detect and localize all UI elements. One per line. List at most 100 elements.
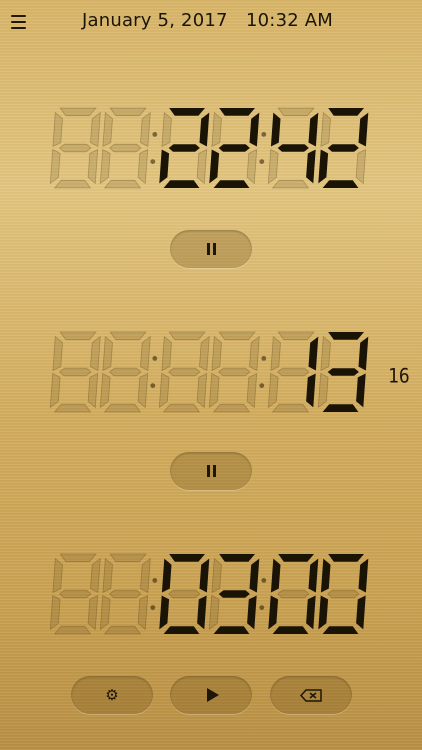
segment-g [59, 367, 92, 377]
segment-d [163, 626, 200, 634]
segment-e [49, 148, 61, 185]
segment-c [306, 373, 316, 408]
pause-button-stopwatch[interactable] [170, 452, 252, 490]
digit-5 [267, 107, 319, 189]
header-bar: January 5, 2017 10:32 AM [0, 0, 422, 44]
segment-e [317, 372, 329, 409]
segment-f [320, 558, 331, 593]
digit-1 [49, 107, 101, 189]
segment-a [109, 553, 147, 563]
segment-a [277, 331, 315, 341]
pause-button-clock[interactable] [170, 230, 252, 268]
segment-f [320, 111, 331, 148]
segment-e [99, 594, 111, 631]
segment-e [267, 372, 279, 409]
colon-dot [152, 132, 158, 137]
colon-dot [150, 383, 156, 388]
start-button[interactable] [170, 676, 252, 714]
segment-b [199, 112, 210, 147]
segment-d [212, 403, 251, 413]
segment-a [169, 554, 205, 562]
colon-dot [259, 383, 265, 388]
segment-c [356, 595, 366, 630]
play-icon [206, 688, 219, 702]
segment-f [161, 111, 172, 148]
segment-a [219, 108, 255, 116]
digit-6 [318, 554, 369, 634]
segment-e [99, 148, 111, 185]
segment-g [218, 590, 250, 598]
segment-b [249, 112, 260, 147]
segment-d [163, 180, 200, 188]
segment-d [103, 179, 142, 189]
segment-f [211, 335, 222, 372]
segment-e [208, 594, 220, 631]
segment-a [109, 331, 147, 341]
digit-2 [99, 553, 151, 635]
segment-e [318, 149, 329, 184]
segment-d [103, 625, 142, 635]
digit-4 [208, 331, 260, 413]
digit-4 [208, 554, 260, 634]
current-date: January 5, 2017 [82, 10, 228, 31]
pause-icon [206, 243, 216, 255]
digit-3 [159, 554, 210, 634]
segment-b [308, 558, 319, 593]
segment-g [277, 589, 310, 599]
segment-g [109, 367, 142, 377]
segment-g [277, 144, 309, 152]
segment-d [322, 626, 359, 634]
segment-a [59, 553, 97, 563]
segment-d [322, 180, 359, 188]
segment-d [103, 403, 142, 413]
segment-g [327, 589, 360, 599]
segment-e [49, 594, 61, 631]
colon-dot [261, 132, 267, 137]
clock-digits-svg [49, 107, 369, 189]
segment-f [270, 335, 281, 372]
colon-dot [152, 578, 158, 583]
segment-a [328, 108, 364, 116]
segment-c [196, 148, 208, 185]
hamburger-menu-icon[interactable] [11, 15, 26, 29]
segment-c [137, 372, 149, 409]
segment-f [102, 111, 113, 148]
segment-b [199, 335, 210, 372]
segment-f [161, 558, 172, 593]
segment-d [213, 180, 250, 188]
current-time: 10:32 AM [246, 10, 334, 31]
segment-e [49, 372, 61, 409]
segment-e [208, 372, 220, 409]
segment-f [52, 111, 63, 148]
segment-a [59, 331, 97, 341]
digit-2 [99, 107, 151, 189]
segment-g [168, 144, 200, 152]
segment-e [318, 595, 329, 630]
segment-g [168, 589, 201, 599]
segment-b [308, 112, 319, 147]
segment-c [137, 148, 149, 185]
segment-a [168, 331, 206, 341]
delete-button[interactable] [270, 676, 352, 714]
segment-f [52, 335, 63, 372]
settings-button[interactable]: ⚙ [71, 676, 153, 714]
segment-b [249, 335, 260, 372]
segment-f [320, 335, 331, 372]
segment-b [358, 336, 369, 371]
segment-f [102, 557, 113, 594]
segment-a [218, 331, 256, 341]
segment-b [249, 558, 260, 593]
segment-c [87, 372, 99, 409]
segment-g [218, 144, 250, 152]
backspace-icon [300, 688, 322, 702]
segment-g [109, 589, 142, 599]
segment-g [327, 368, 359, 376]
stopwatch-display [0, 330, 422, 416]
segment-b [358, 558, 369, 593]
segment-d [271, 403, 310, 413]
stopwatch-digits-svg [49, 331, 369, 413]
timer-digits-svg [49, 553, 369, 635]
segment-a [109, 107, 147, 117]
colon-dot [261, 578, 267, 583]
segment-a [328, 332, 364, 340]
